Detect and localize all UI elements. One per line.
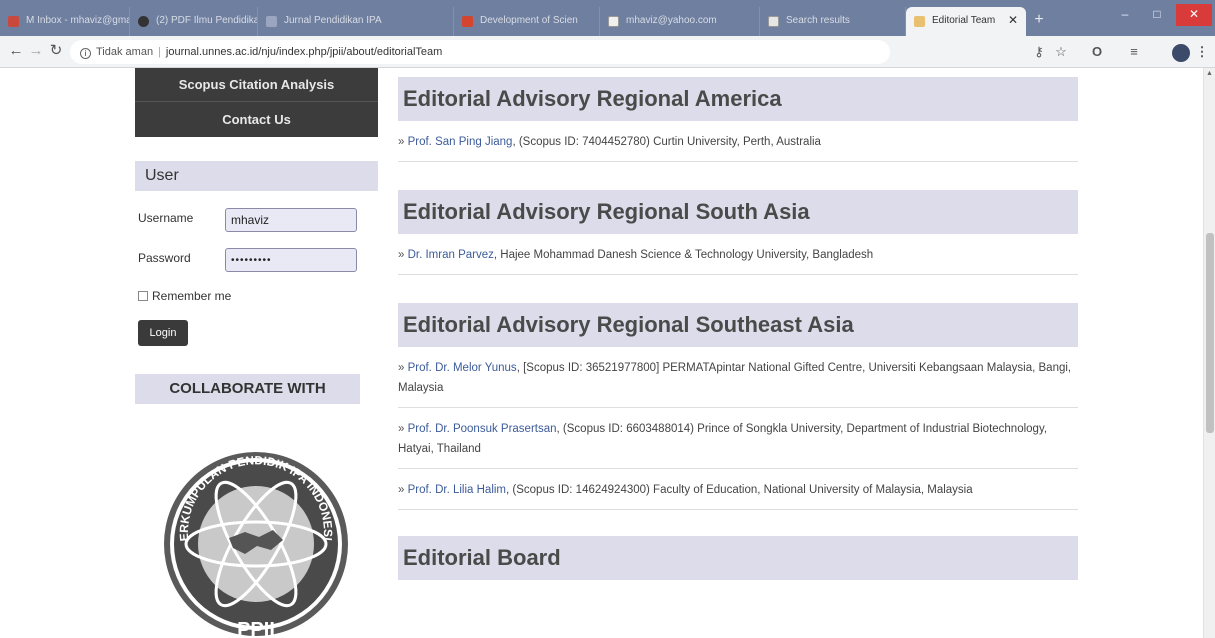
login-button[interactable]: Login <box>138 320 188 346</box>
main-content: Editorial Advisory Regional America » Pr… <box>398 68 1078 580</box>
menu-item-scopus-citation-analysis[interactable]: Scopus Citation Analysis <box>135 68 378 101</box>
section-heading-editorial-board: Editorial Board <box>398 536 1078 580</box>
url-text: journal.unnes.ac.id/nju/index.php/jpii/a… <box>165 46 443 58</box>
member-entry: » Prof. Dr. Lilia Halim, (Scopus ID: 146… <box>398 469 1078 510</box>
browser-tab[interactable]: mhaviz@yahoo.com <box>600 7 760 36</box>
site-icon <box>138 16 149 27</box>
key-icon[interactable]: ⚷ <box>1030 43 1048 61</box>
browser-tab-active[interactable]: Editorial Team ✕ <box>906 7 1026 36</box>
document-icon <box>266 16 277 27</box>
member-entry: » Dr. Imran Parvez, Hajee Mohammad Danes… <box>398 234 1078 275</box>
username-input[interactable] <box>225 208 357 232</box>
profile-avatar[interactable] <box>1172 44 1190 62</box>
password-input[interactable] <box>225 248 357 272</box>
info-icon[interactable]: i <box>80 48 91 59</box>
remember-me-label: Remember me <box>152 289 232 303</box>
bullet: » <box>398 423 408 435</box>
browser-tab[interactable]: Jurnal Pendidikan IPA <box>258 7 454 36</box>
close-tab-icon[interactable]: ✕ <box>1008 13 1018 27</box>
document-icon <box>768 16 779 27</box>
bullet: » <box>398 136 408 148</box>
menu-kebab-icon[interactable]: ⋮ <box>1193 43 1211 61</box>
ppii-logo: PERKUMPULAN PENDIDIK IPA INDONESIA PPII <box>161 440 348 638</box>
bullet: » <box>398 362 408 374</box>
tab-title: (2) PDF Ilmu Pendidikan <box>156 15 258 26</box>
member-name-link[interactable]: Prof. San Ping Jiang <box>408 136 513 148</box>
tab-title: Development of Scien <box>480 15 578 26</box>
bullet: » <box>398 484 408 496</box>
mail-icon <box>608 16 619 27</box>
username-label: Username <box>138 211 194 225</box>
member-details: , (Scopus ID: 14624924300) Faculty of Ed… <box>506 484 973 496</box>
browser-tab[interactable]: Development of Scien <box>454 7 600 36</box>
journal-icon <box>914 16 925 27</box>
address-bar[interactable]: i Tidak aman | journal.unnes.ac.id/nju/inde… <box>70 40 890 64</box>
sidebar: Scopus Citation Analysis Contact Us User… <box>135 68 380 638</box>
member-details: , Hajee Mohammad Danesh Science & Techno… <box>493 249 874 261</box>
tab-title: mhaviz@yahoo.com <box>626 15 717 26</box>
address-separator: | <box>158 46 161 58</box>
window-close-icon[interactable]: ✕ <box>1176 4 1212 26</box>
tab-title: Search results <box>786 15 850 26</box>
section-heading-regional-southeast-asia: Editorial Advisory Regional Southeast As… <box>398 303 1078 347</box>
member-entry: » Prof. San Ping Jiang, (Scopus ID: 7404… <box>398 121 1078 162</box>
scrollbar-thumb[interactable] <box>1206 233 1214 433</box>
extension-icon[interactable]: O <box>1088 43 1106 61</box>
member-entry: » Prof. Dr. Poonsuk Prasertsan, (Scopus … <box>398 408 1078 469</box>
password-row: Password <box>135 237 380 277</box>
password-label: Password <box>138 251 191 265</box>
user-block-title: User <box>135 161 378 191</box>
minimize-icon[interactable]: – <box>1110 4 1140 26</box>
page-viewport: Scopus Citation Analysis Contact Us User… <box>0 68 1203 638</box>
username-row: Username <box>135 197 380 237</box>
remember-me-checkbox[interactable] <box>138 291 148 301</box>
page-scrollbar[interactable]: ▲ <box>1203 68 1215 638</box>
remember-me-row[interactable]: Remember me <box>135 289 380 303</box>
pdf-icon <box>462 16 473 27</box>
browser-tab[interactable]: Search results <box>760 7 906 36</box>
bookmark-star-icon[interactable]: ☆ <box>1052 43 1070 61</box>
bullet: » <box>398 249 408 261</box>
member-entry: » Prof. Dr. Melor Yunus, [Scopus ID: 365… <box>398 347 1078 408</box>
forward-arrow-icon[interactable]: → <box>26 41 46 61</box>
member-name-link[interactable]: Dr. Imran Parvez <box>408 249 494 261</box>
tab-title: M Inbox - mhaviz@gmail.com <box>26 15 129 26</box>
gmail-icon <box>8 16 19 27</box>
member-name-link[interactable]: Prof. Dr. Poonsuk Prasertsan <box>408 423 557 435</box>
browser-tab[interactable]: M Inbox - mhaviz@gmail.com <box>0 7 130 36</box>
collaborate-with-title: COLLABORATE WITH <box>135 374 360 404</box>
reading-list-icon[interactable]: ≡ <box>1125 43 1143 61</box>
new-tab-icon[interactable]: + <box>1028 12 1050 30</box>
tab-title: Jurnal Pendidikan IPA <box>284 15 382 26</box>
browser-tab-strip: M Inbox - mhaviz@gmail.com (2) PDF Ilmu … <box>0 0 1215 36</box>
section-heading-regional-america: Editorial Advisory Regional America <box>398 77 1078 121</box>
back-arrow-icon[interactable]: ← <box>6 41 26 61</box>
member-name-link[interactable]: Prof. Dr. Melor Yunus <box>408 362 517 374</box>
tab-title: Editorial Team <box>932 15 996 26</box>
logo-bottom-text: PPII <box>237 619 275 638</box>
member-details: , (Scopus ID: 7404452780) Curtin Univers… <box>512 136 821 148</box>
reload-icon[interactable]: ↻ <box>46 41 66 61</box>
maximize-icon[interactable]: □ <box>1142 4 1172 26</box>
member-name-link[interactable]: Prof. Dr. Lilia Halim <box>408 484 506 496</box>
browser-tab[interactable]: (2) PDF Ilmu Pendidikan <box>130 7 258 36</box>
browser-toolbar: ← → ↻ i Tidak aman | journal.unnes.ac.id/nj… <box>0 36 1215 68</box>
scroll-up-icon[interactable]: ▲ <box>1206 70 1213 77</box>
menu-item-contact-us[interactable]: Contact Us <box>135 101 378 137</box>
section-heading-regional-south-asia: Editorial Advisory Regional South Asia <box>398 190 1078 234</box>
security-label: Tidak aman <box>96 46 154 58</box>
